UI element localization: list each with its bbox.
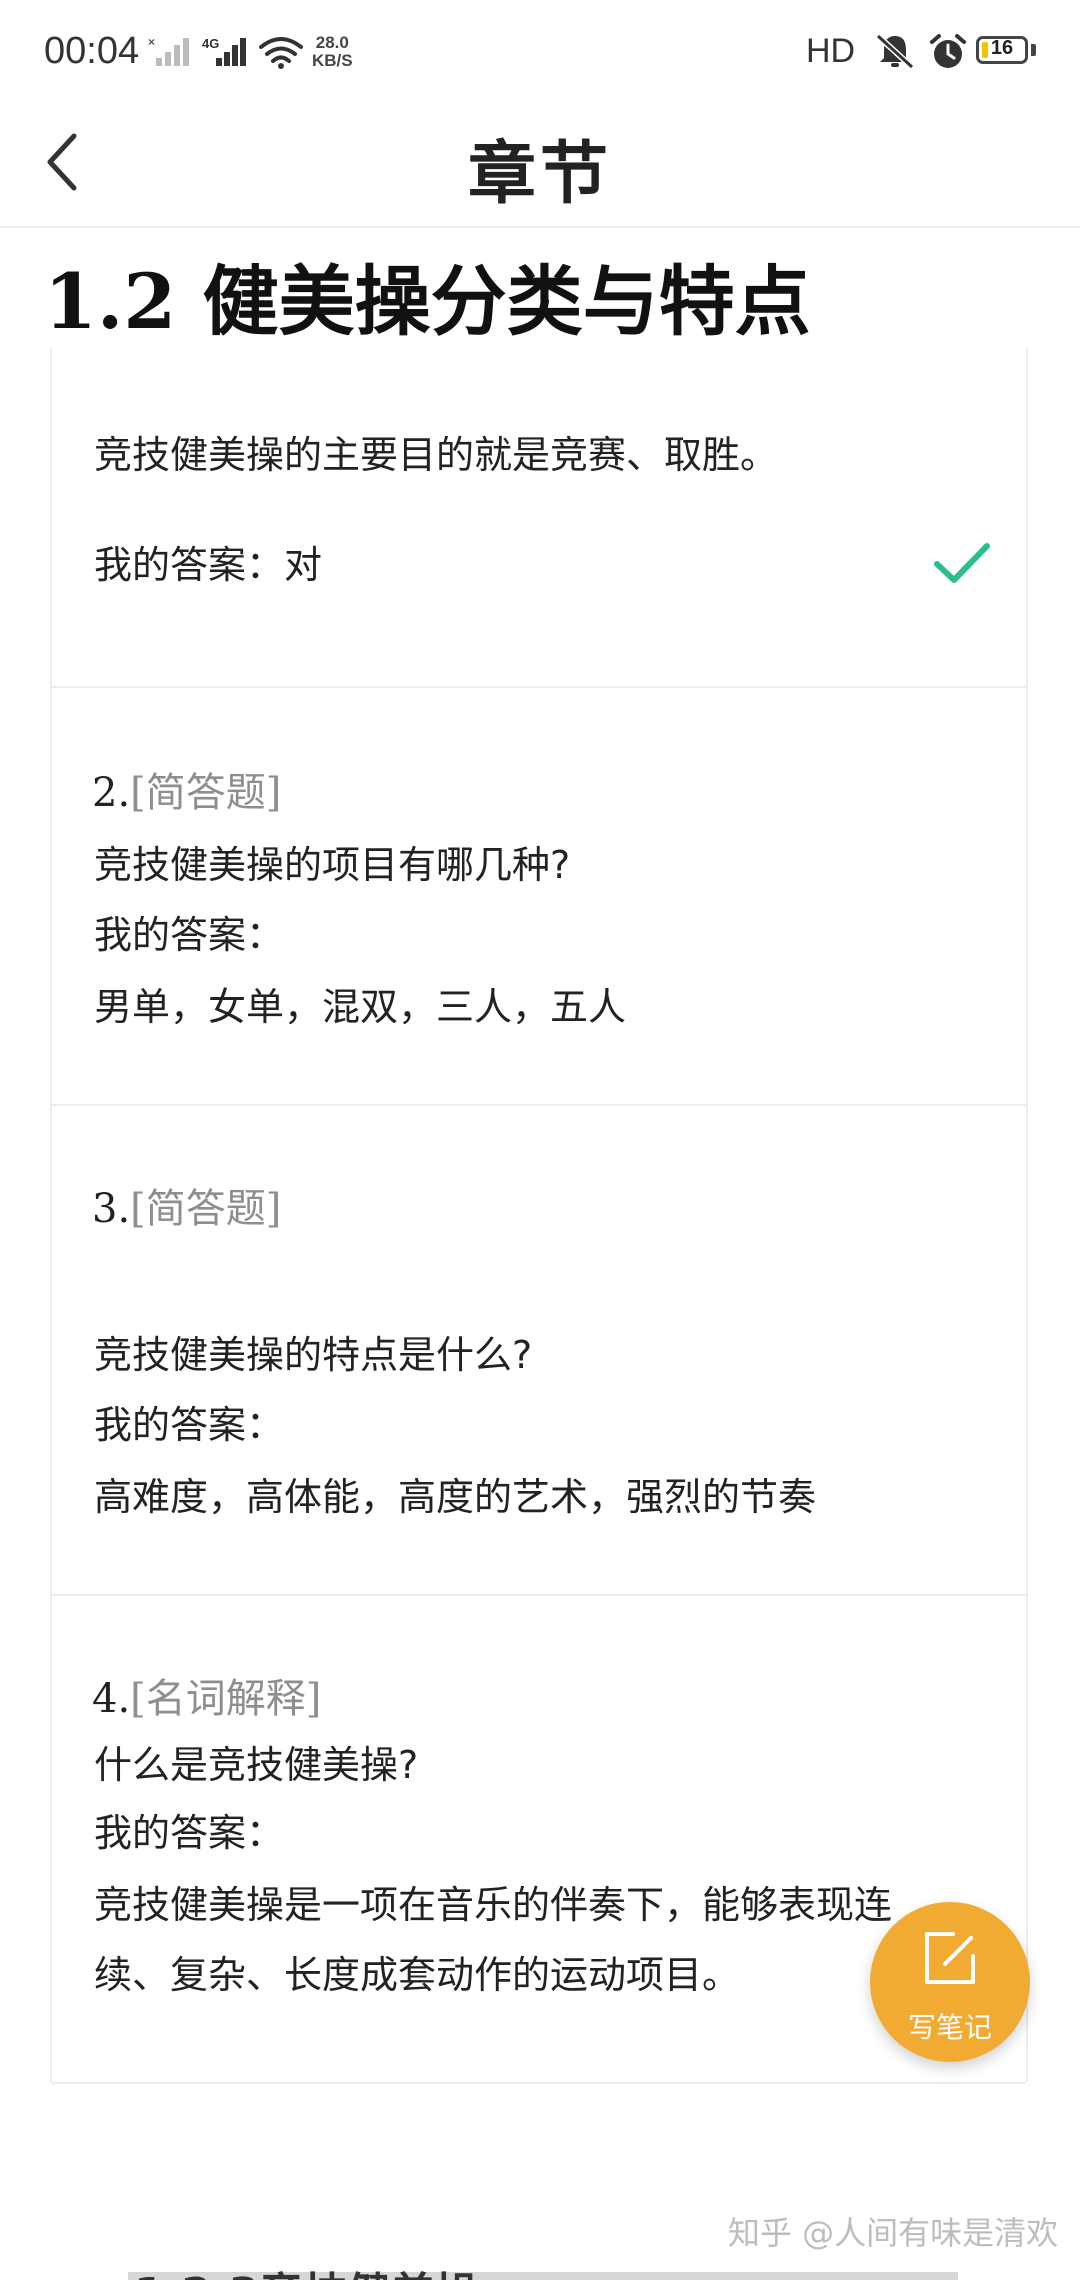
watermark: 知乎 @人间有味是清欢 <box>728 2214 1059 2252</box>
question-item-3: 3.[简答题] 竞技健美操的特点是什么? 我的答案： 高难度，高体能，高度的艺术… <box>52 1104 1026 1596</box>
question-text: 竞技健美操的项目有哪几种? <box>94 843 571 887</box>
answer-value: 对 <box>284 543 323 587</box>
mute-bell-icon <box>875 33 915 70</box>
wifi-icon <box>259 37 303 69</box>
question-text: 什么是竞技健美操? <box>94 1743 419 1787</box>
question-type: [简答题] <box>130 1186 282 1232</box>
nav-bar: 章节 <box>0 100 1080 228</box>
answer-line-1: 竞技健美操是一项在音乐的伴奏下，能够表现连 <box>94 1883 893 1927</box>
question-header: 3.[简答题] <box>92 1176 281 1234</box>
hd-voice-label: HD <box>806 32 856 70</box>
question-number: 4. <box>92 1676 131 1722</box>
answer-label: 我的答案： <box>94 1403 285 1447</box>
network-speed-unit: KB/S <box>312 51 353 70</box>
alarm-clock-icon <box>930 34 966 68</box>
status-bar: 00:04 × 4G 28.0 KB/S HD 16 <box>0 0 1080 100</box>
answer-row: 我的答案：对 <box>94 534 322 589</box>
signal-4g-icon: 4G <box>202 36 246 66</box>
page-title: 章节 <box>467 135 612 214</box>
answer-label: 我的答案： <box>94 543 285 587</box>
signal-empty-icon: × <box>148 36 189 66</box>
question-number: 3. <box>92 1186 131 1232</box>
next-section-partial: 1.2.3竞技健美操 <box>128 2264 958 2280</box>
network-speed-value: 28.0 <box>315 33 349 52</box>
network-type-label: 4G <box>202 36 219 51</box>
question-item-1: 竞技健美操的主要目的就是竞赛、取胜。 我的答案：对 <box>52 348 1026 688</box>
answer-label: 我的答案： <box>94 913 285 957</box>
battery-level: 16 <box>990 37 1014 59</box>
next-section-title: 1.2.3竞技健美操 <box>134 2264 479 2280</box>
write-note-label: 写笔记 <box>907 2011 992 2044</box>
chapter-heading: 1.2 健美操分类与特点 <box>44 257 811 346</box>
question-number: 2. <box>92 770 131 816</box>
answer-label: 我的答案： <box>94 1811 285 1855</box>
status-time: 00:04 <box>44 30 140 72</box>
question-item-2: 2.[简答题] 竞技健美操的项目有哪几种? 我的答案： 男单，女单，混双，三人，… <box>52 686 1026 1106</box>
question-type: [名词解释] <box>130 1676 322 1722</box>
question-header: 4.[名词解释] <box>92 1666 321 1724</box>
question-list: 竞技健美操的主要目的就是竞赛、取胜。 我的答案：对 2.[简答题] 竞技健美操的… <box>50 348 1028 2084</box>
answer-value: 男单，女单，混双，三人，五人 <box>94 985 627 1029</box>
battery-tip <box>1031 44 1036 56</box>
edit-note-icon <box>925 1932 975 1984</box>
question-type: [简答题] <box>130 770 282 816</box>
question-text: 竞技健美操的主要目的就是竞赛、取胜。 <box>94 433 779 477</box>
answer-value: 高难度，高体能，高度的艺术，强烈的节奏 <box>94 1475 817 1519</box>
svg-text:×: × <box>148 36 155 49</box>
network-speed: 28.0 KB/S <box>312 34 353 70</box>
answer-line-2: 续、复杂、长度成套动作的运动项目。 <box>94 1953 741 1997</box>
question-header: 2.[简答题] <box>92 760 281 818</box>
battery-icon: 16 <box>976 36 1028 64</box>
question-text: 竞技健美操的特点是什么? <box>94 1333 533 1377</box>
checkmark-icon <box>934 543 990 583</box>
write-note-button[interactable]: 写笔记 <box>870 1902 1030 2062</box>
